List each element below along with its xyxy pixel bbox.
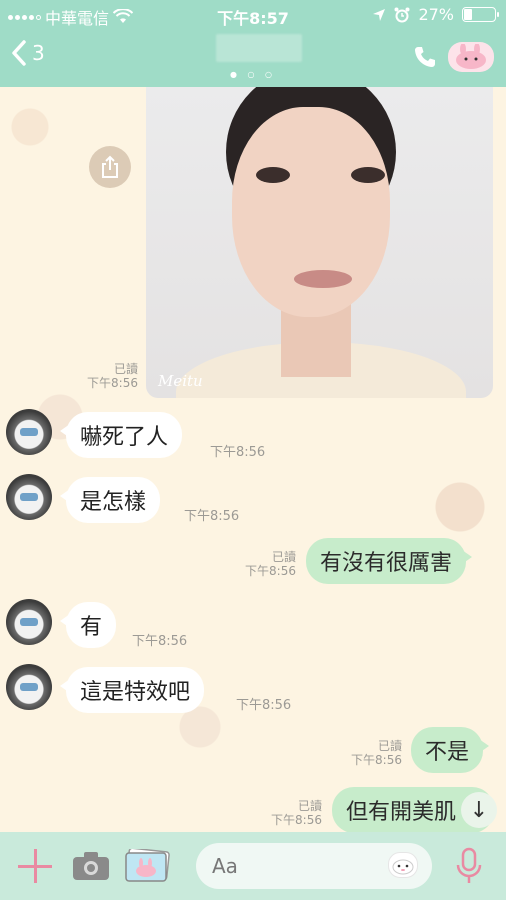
- back-chevron-icon: [12, 40, 26, 66]
- phone-icon[interactable]: [412, 44, 438, 70]
- message-bubble-outgoing[interactable]: 有沒有很厲害: [306, 538, 473, 584]
- message-time: 下午8:56: [236, 698, 292, 713]
- message-time: 下午8:56: [132, 634, 188, 649]
- location-icon: [373, 8, 386, 21]
- sticker-icon[interactable]: [388, 852, 418, 878]
- message-meta: 已讀 下午8:56: [262, 799, 322, 827]
- contact-avatar[interactable]: [6, 664, 52, 710]
- message-bubble-incoming[interactable]: 嚇死了人: [59, 412, 183, 458]
- chat-area[interactable]: Meitu 已讀 下午8:56 嚇死了人 下午8:56 是怎樣 下午8:56 已…: [0, 87, 506, 832]
- unread-count: 3: [32, 41, 45, 65]
- chat-title-redacted: [216, 34, 302, 62]
- photo-watermark: Meitu: [158, 372, 203, 390]
- message-meta: 已讀 下午8:56: [342, 739, 402, 767]
- read-receipt: 已讀: [377, 739, 402, 753]
- read-receipt: 已讀: [297, 799, 322, 813]
- photo-lips: [294, 270, 352, 288]
- message-time: 下午8:56: [210, 445, 266, 460]
- composer-bar: Aa: [0, 832, 506, 900]
- battery-level: [464, 9, 473, 20]
- microphone-icon[interactable]: [456, 847, 482, 885]
- photo-message[interactable]: Meitu: [146, 87, 493, 398]
- message-bubble-incoming[interactable]: 有: [59, 602, 117, 648]
- rabbit-sticker-icon: [456, 44, 486, 69]
- message-time: 下午8:56: [87, 376, 138, 390]
- read-receipt: 已讀: [113, 362, 138, 376]
- status-right: 27%: [372, 5, 499, 24]
- message-time: 下午8:56: [351, 753, 402, 767]
- camera-icon[interactable]: [72, 851, 110, 881]
- input-placeholder: Aa: [212, 854, 238, 878]
- battery-icon: [462, 7, 499, 22]
- gallery-icon[interactable]: [124, 849, 170, 883]
- read-receipt: 已讀: [271, 550, 296, 564]
- plus-icon[interactable]: [18, 849, 52, 883]
- sticker-face-icon: [392, 859, 414, 875]
- share-icon: [102, 155, 118, 178]
- contact-avatar[interactable]: [6, 409, 52, 455]
- message-time: 下午8:56: [245, 564, 296, 578]
- top-bar: 中華電信 下午8:57 27% 3 ● ○ ○: [0, 0, 506, 87]
- contact-avatar[interactable]: [6, 599, 52, 645]
- message-meta: 已讀 下午8:56: [236, 550, 296, 578]
- page-indicator: ● ○ ○: [229, 70, 277, 79]
- message-time: 下午8:56: [184, 509, 240, 524]
- chat-header: 3 ● ○ ○: [0, 30, 506, 87]
- share-button[interactable]: [89, 146, 131, 188]
- message-bubble-incoming[interactable]: 是怎樣: [59, 477, 161, 523]
- profile-sticker-icon[interactable]: [448, 42, 494, 72]
- contact-avatar[interactable]: [6, 474, 52, 520]
- alarm-icon: [394, 7, 410, 22]
- status-bar: 中華電信 下午8:57 27%: [0, 0, 506, 30]
- message-bubble-outgoing[interactable]: 不是: [411, 727, 490, 773]
- photo-meta: 已讀 下午8:56: [80, 362, 138, 390]
- message-bubble-incoming[interactable]: 這是特效吧: [59, 667, 205, 713]
- message-time: 下午8:56: [271, 813, 322, 827]
- message-input[interactable]: Aa: [196, 843, 432, 889]
- battery-percent: 27%: [418, 5, 454, 24]
- photo-eye-right: [351, 167, 385, 183]
- scroll-down-button[interactable]: ↓: [461, 792, 497, 828]
- back-button[interactable]: 3: [10, 40, 45, 66]
- photo-eye-left: [256, 167, 290, 183]
